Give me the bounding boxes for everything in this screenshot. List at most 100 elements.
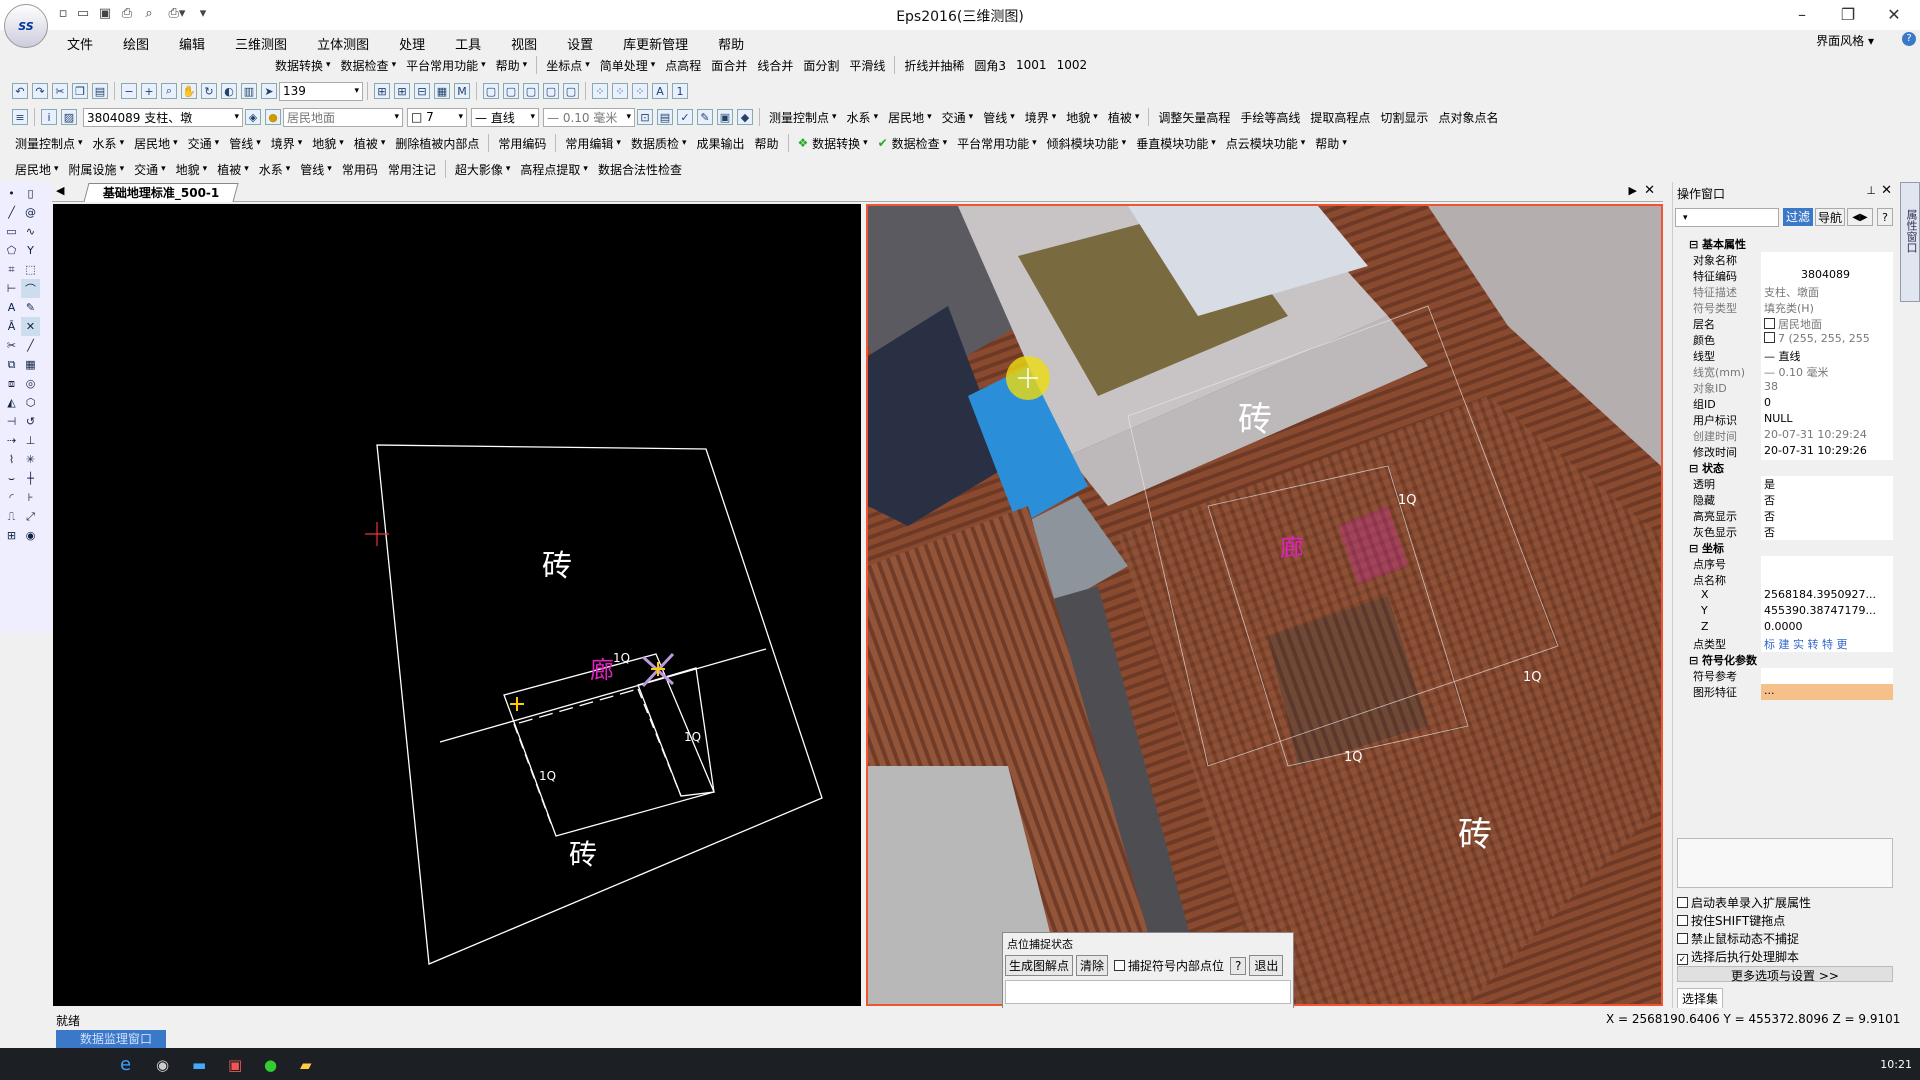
customize-icon[interactable]: ▾ — [194, 6, 212, 24]
monitor-icon[interactable]: ▣ — [717, 109, 733, 125]
menu-tools[interactable]: 工具 — [440, 32, 496, 54]
grid-2-icon[interactable]: ⊞ — [394, 83, 410, 99]
exit-button[interactable]: 退出 — [1249, 955, 1284, 976]
maximize-button[interactable]: ❐ — [1828, 2, 1868, 28]
wechat-icon[interactable]: ● — [264, 1056, 277, 1074]
menu-library-update[interactable]: 库更新管理 — [608, 32, 703, 54]
tb3-traffic[interactable]: 交通 — [937, 109, 979, 126]
prop-point-no[interactable]: 点序号 — [1677, 556, 1893, 572]
zoom-in-icon[interactable]: + — [141, 83, 157, 99]
tb4-help2[interactable]: 帮助 — [1310, 135, 1352, 152]
tb1-thin-polyline[interactable]: 折线并抽稀 — [899, 57, 969, 74]
apply-icon[interactable]: ✓ — [677, 109, 693, 125]
tab-close-icon[interactable]: ✕ — [1644, 183, 1655, 198]
tb4-traffic[interactable]: 交通 — [183, 135, 225, 152]
prop-point-name[interactable]: 点名称 — [1677, 572, 1893, 588]
tb1-platform[interactable]: 平台常用功能 — [401, 57, 491, 74]
intersect-icon[interactable]: ┼ — [21, 469, 40, 488]
explode-icon[interactable]: ✳ — [21, 450, 40, 469]
prop-code[interactable]: 特征编码 3804089 — [1677, 268, 1893, 284]
arc-tool-icon[interactable]: ⌒ — [21, 279, 40, 298]
tb5-large-image[interactable]: 超大影像 — [450, 161, 516, 178]
prop-hidden[interactable]: 隐藏否 — [1677, 492, 1893, 508]
snap-b-icon[interactable]: ⁘ — [612, 83, 628, 99]
tab-scroll-left-icon[interactable]: ◀ — [56, 184, 64, 197]
menu-settings[interactable]: 设置 — [552, 32, 608, 54]
lock-icon[interactable]: ⊡ — [637, 109, 653, 125]
snap-c-icon[interactable]: ⁘ — [632, 83, 648, 99]
view-a-icon[interactable]: ▢ — [483, 83, 499, 99]
prop-symref[interactable]: 符号参考 — [1677, 668, 1893, 684]
view-e-icon[interactable]: ▢ — [563, 83, 579, 99]
tb4-help[interactable]: 帮助 — [750, 135, 784, 152]
skin-selector[interactable]: 界面风格 ▾ — [1816, 32, 1874, 49]
color-combo[interactable]: □ 7 — [407, 107, 467, 127]
layer-combo[interactable]: 居民地面 — [283, 107, 403, 127]
prop-highlight[interactable]: 高亮显示否 — [1677, 508, 1893, 524]
prev-next-icon[interactable]: ◀▶ — [1847, 208, 1873, 226]
tb1-fillet[interactable]: 圆角3 — [969, 57, 1011, 74]
more-options-button[interactable]: 更多选项与设置 >> — [1677, 966, 1893, 983]
bulb-icon[interactable]: ● — [265, 109, 281, 125]
print-preview-icon[interactable]: ⌕ — [140, 6, 158, 24]
tb5-traffic[interactable]: 交通 — [129, 161, 171, 178]
tb1-code-1002[interactable]: 1002 — [1052, 58, 1093, 72]
dimension-icon[interactable]: ⊦ — [21, 488, 40, 507]
pan-hand-icon[interactable]: ✋ — [181, 83, 197, 99]
tool-a-icon[interactable]: ≡ — [12, 109, 28, 125]
minimize-button[interactable]: – — [1782, 2, 1822, 28]
tb4-residential[interactable]: 居民地 — [129, 135, 183, 152]
edge-icon[interactable]: e — [120, 1054, 131, 1075]
menu-view[interactable]: 视图 — [496, 32, 552, 54]
zoom-window-icon[interactable]: ⌕ — [161, 83, 177, 99]
open-icon[interactable]: ▭ — [74, 6, 92, 24]
tb1-data-convert[interactable]: 数据转换 — [270, 57, 336, 74]
ortho-icon[interactable]: ⊞ — [2, 526, 21, 545]
option-no-dynamic[interactable]: 禁止鼠标动态不捕捉 — [1677, 930, 1799, 947]
tb3-landform[interactable]: 地貌 — [1061, 109, 1103, 126]
label-123-icon[interactable]: 1 — [672, 83, 688, 99]
tb3-extract-elev[interactable]: 提取高程点 — [1305, 109, 1375, 126]
tb1-data-check[interactable]: 数据检查 — [336, 57, 402, 74]
menu-draw[interactable]: 绘图 — [108, 32, 164, 54]
scale-icon[interactable]: ⤢ — [21, 507, 40, 526]
rotate-icon[interactable]: ↺ — [21, 412, 40, 431]
break-icon[interactable]: ⌇ — [2, 450, 21, 469]
filter-button[interactable]: 过滤 — [1783, 208, 1813, 226]
tb3-pipeline[interactable]: 管线 — [978, 109, 1020, 126]
brush-icon[interactable]: ✎ — [697, 109, 713, 125]
view-d-icon[interactable]: ▢ — [543, 83, 559, 99]
tb1-point-elevation[interactable]: 点高程 — [660, 57, 706, 74]
menu-file[interactable]: 文件 — [52, 32, 108, 54]
section-state[interactable]: ⊟ 状态 — [1677, 460, 1893, 476]
curve-tool-icon[interactable]: ∿ — [21, 222, 40, 241]
copy-icon[interactable]: ❐ — [72, 83, 88, 99]
photo-icon[interactable]: ▣ — [228, 1056, 242, 1074]
linewidth-combo[interactable]: — 0.10 毫米 — [543, 107, 635, 127]
zoom-out-icon[interactable]: − — [121, 83, 137, 99]
tb5-common-note[interactable]: 常用注记 — [383, 161, 441, 178]
feature-code-combo[interactable]: 3804089 支柱、墩 — [83, 107, 243, 127]
redo-icon[interactable]: ↷ — [32, 83, 48, 99]
spiral-tool-icon[interactable]: @ — [21, 203, 40, 222]
tb1-code-1001[interactable]: 1001 — [1011, 58, 1052, 72]
prop-y[interactable]: Y 455390.38747179... — [1677, 604, 1893, 620]
prop-point-type[interactable]: 点类型标 建 实 转 特 更 — [1677, 636, 1893, 652]
generate-point-button[interactable]: 生成图解点 — [1005, 955, 1074, 976]
tb3-point-name[interactable]: 点对象点名 — [1433, 109, 1503, 126]
join-icon[interactable]: ⌣ — [2, 469, 21, 488]
explorer-icon[interactable]: ▬ — [192, 1056, 206, 1074]
panel-close-icon[interactable]: ✕ — [1881, 183, 1892, 198]
tb4-pipeline[interactable]: 管线 — [224, 135, 266, 152]
menu-edit[interactable]: 编辑 — [164, 32, 220, 54]
mo-icon[interactable]: M — [454, 83, 470, 99]
tb1-simple-process[interactable]: 简单处理 — [595, 57, 661, 74]
mirror-icon[interactable]: ◭ — [2, 393, 21, 412]
snap-cross-icon[interactable]: ✕ — [21, 317, 40, 336]
option-shift-drag[interactable]: 按住SHIFT键拖点 — [1677, 912, 1785, 929]
tb5-vegetation[interactable]: 植被 — [212, 161, 254, 178]
tab-selection-set[interactable]: 选择集 — [1677, 988, 1724, 1009]
select-rect-icon[interactable]: ⬚ — [21, 260, 40, 279]
tb5-common-code[interactable]: 常用码 — [337, 161, 383, 178]
oblique-photo-view[interactable]: 砖 砖 廊 1Q 1Q 1Q — [866, 204, 1663, 1006]
